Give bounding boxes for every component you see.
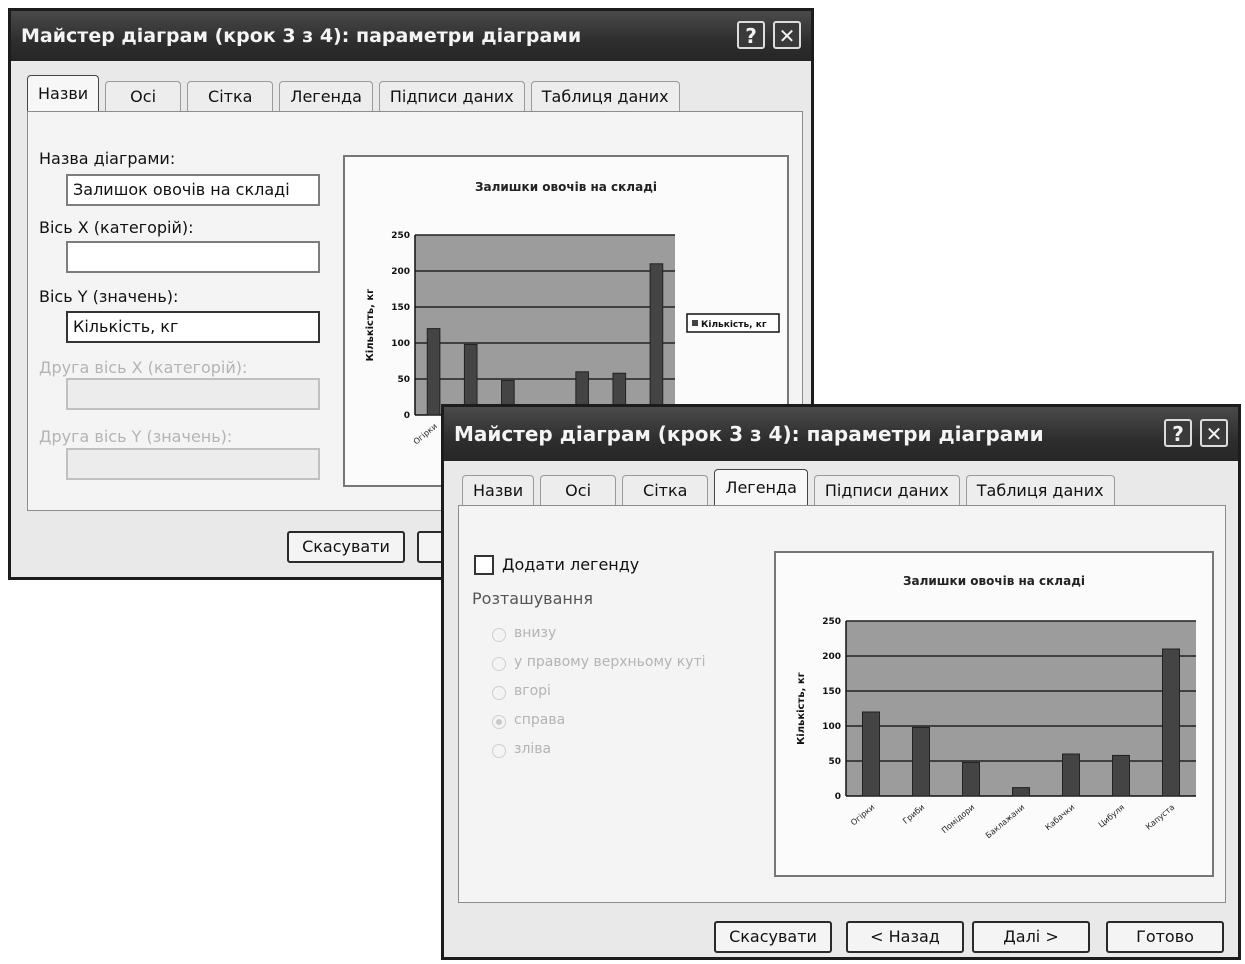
title-bar: Майстер діаграм (крок 3 з 4): параметри … (444, 407, 1238, 461)
second-y-axis-field (66, 448, 320, 480)
dialog-title: Майстер діаграм (крок 3 з 4): параметри … (21, 25, 582, 47)
tab-data-table[interactable]: Таблиця даних (965, 475, 1115, 506)
bar (1012, 787, 1030, 797)
placement-left-label: зліва (514, 741, 552, 757)
x-axis-field[interactable] (66, 241, 320, 273)
tab-titles[interactable]: Назви (27, 75, 100, 112)
tab-strip: Назви Осі Сітка Легенда Підписи даних Та… (27, 75, 680, 112)
placement-radio-bottom (492, 628, 506, 642)
y-axis-label: Вісь Y (значень): (39, 287, 179, 306)
x-tick-label: Кабачки (1044, 803, 1077, 833)
tab-axes[interactable]: Осі (540, 475, 617, 506)
y-tick-label: 250 (391, 231, 410, 241)
placement-right-label: справа (514, 712, 566, 728)
bar (1062, 753, 1080, 797)
x-tick-label: Огірки (412, 422, 439, 447)
preview-legend-label: Кількість, кг (701, 319, 767, 330)
x-tick-label: Огірки (849, 803, 876, 828)
tab-data-labels[interactable]: Підписи даних (378, 81, 525, 112)
tab-gridlines[interactable]: Сітка (622, 475, 709, 506)
y-tick-label: 200 (822, 652, 841, 662)
preview-chart-title: Залишки овочів на складі (903, 574, 1085, 588)
chart-wizard-dialog-front: Майстер діаграм (крок 3 з 4): параметри … (441, 404, 1241, 960)
x-axis-label: Вісь X (категорій): (39, 218, 194, 237)
bar (1162, 648, 1180, 797)
plot-area (846, 621, 1196, 796)
close-button[interactable]: ✕ (773, 21, 801, 49)
help-button[interactable]: ? (1164, 419, 1192, 447)
chart-preview: Залишки овочів на складі 0 50 100 150 200 250… (774, 551, 1214, 877)
y-axis-title: Кількість, кг (796, 672, 807, 745)
y-tick-label: 150 (822, 687, 841, 697)
second-x-axis-field (66, 378, 320, 410)
plot-area (415, 235, 675, 415)
tab-legend[interactable]: Легенда (714, 469, 808, 506)
tab-titles[interactable]: Назви (462, 475, 535, 506)
add-legend-checkbox[interactable] (474, 555, 494, 575)
placement-bottom-label: внизу (514, 625, 557, 641)
placement-radio-right (492, 715, 506, 729)
placement-label: Розташування (472, 589, 593, 608)
help-button[interactable]: ? (737, 21, 765, 49)
cancel-button[interactable]: Скасувати (714, 921, 832, 953)
placement-radio-top (492, 686, 506, 700)
placement-corner-label: у правому верхньому куті (514, 654, 706, 670)
y-tick-label: 0 (404, 411, 410, 421)
y-axis-field[interactable]: Кількість, кг (66, 311, 320, 343)
tab-strip: Назви Осі Сітка Легенда Підписи даних Та… (462, 469, 1115, 506)
bar (912, 726, 930, 797)
next-button[interactable]: Далі > (972, 921, 1090, 953)
tab-data-labels[interactable]: Підписи даних (813, 475, 960, 506)
tab-axes[interactable]: Осі (105, 81, 182, 112)
y-tick-label: 0 (835, 792, 841, 802)
second-y-axis-label: Друга вісь Y (значень): (39, 427, 233, 446)
y-tick-label: 100 (822, 722, 841, 732)
x-tick-label: Цибуля (1097, 803, 1127, 830)
tab-data-table[interactable]: Таблиця даних (530, 81, 680, 112)
preview-chart: Залишки овочів на складі 0 50 100 150 200 250… (796, 574, 1196, 841)
y-tick-label: 50 (828, 757, 841, 767)
bar (649, 263, 664, 416)
cancel-button[interactable]: Скасувати (287, 531, 405, 563)
back-button[interactable]: < Назад (846, 921, 964, 953)
finish-button[interactable]: Готово (1106, 921, 1224, 953)
bar (426, 328, 441, 416)
preview-legend: Кількість, кг (686, 313, 780, 333)
x-tick-label: Капуста (1144, 803, 1176, 832)
placement-top-label: вгорі (514, 683, 551, 699)
y-tick-label: 200 (391, 267, 410, 277)
dialog-title: Майстер діаграм (крок 3 з 4): параметри … (454, 422, 1044, 446)
preview-chart-title: Залишки овочів на складі (475, 180, 657, 194)
y-axis-title: Кількість, кг (365, 289, 376, 362)
title-bar: Майстер діаграм (крок 3 з 4): параметри … (11, 11, 811, 61)
bar (862, 711, 880, 797)
tab-gridlines[interactable]: Сітка (187, 81, 274, 112)
y-tick-label: 250 (822, 617, 841, 627)
placement-radio-left (492, 744, 506, 758)
chart-title-label: Назва діаграми: (39, 149, 176, 168)
x-tick-label: Помідори (940, 803, 976, 836)
bar (962, 761, 980, 797)
second-x-axis-label: Друга вісь X (категорій): (39, 358, 248, 377)
add-legend-label: Додати легенду (502, 555, 640, 574)
x-tick-label: Гриби (901, 803, 926, 826)
y-tick-label: 100 (391, 339, 410, 349)
placement-radio-corner (492, 657, 506, 671)
tab-legend[interactable]: Легенда (279, 81, 373, 112)
x-tick-label: Баклажани (984, 803, 1026, 841)
close-button[interactable]: ✕ (1200, 419, 1228, 447)
y-tick-label: 50 (397, 375, 410, 385)
y-tick-label: 150 (391, 303, 410, 313)
bar (1112, 754, 1130, 797)
chart-title-field[interactable]: Залишок овочів на складі (66, 174, 320, 206)
